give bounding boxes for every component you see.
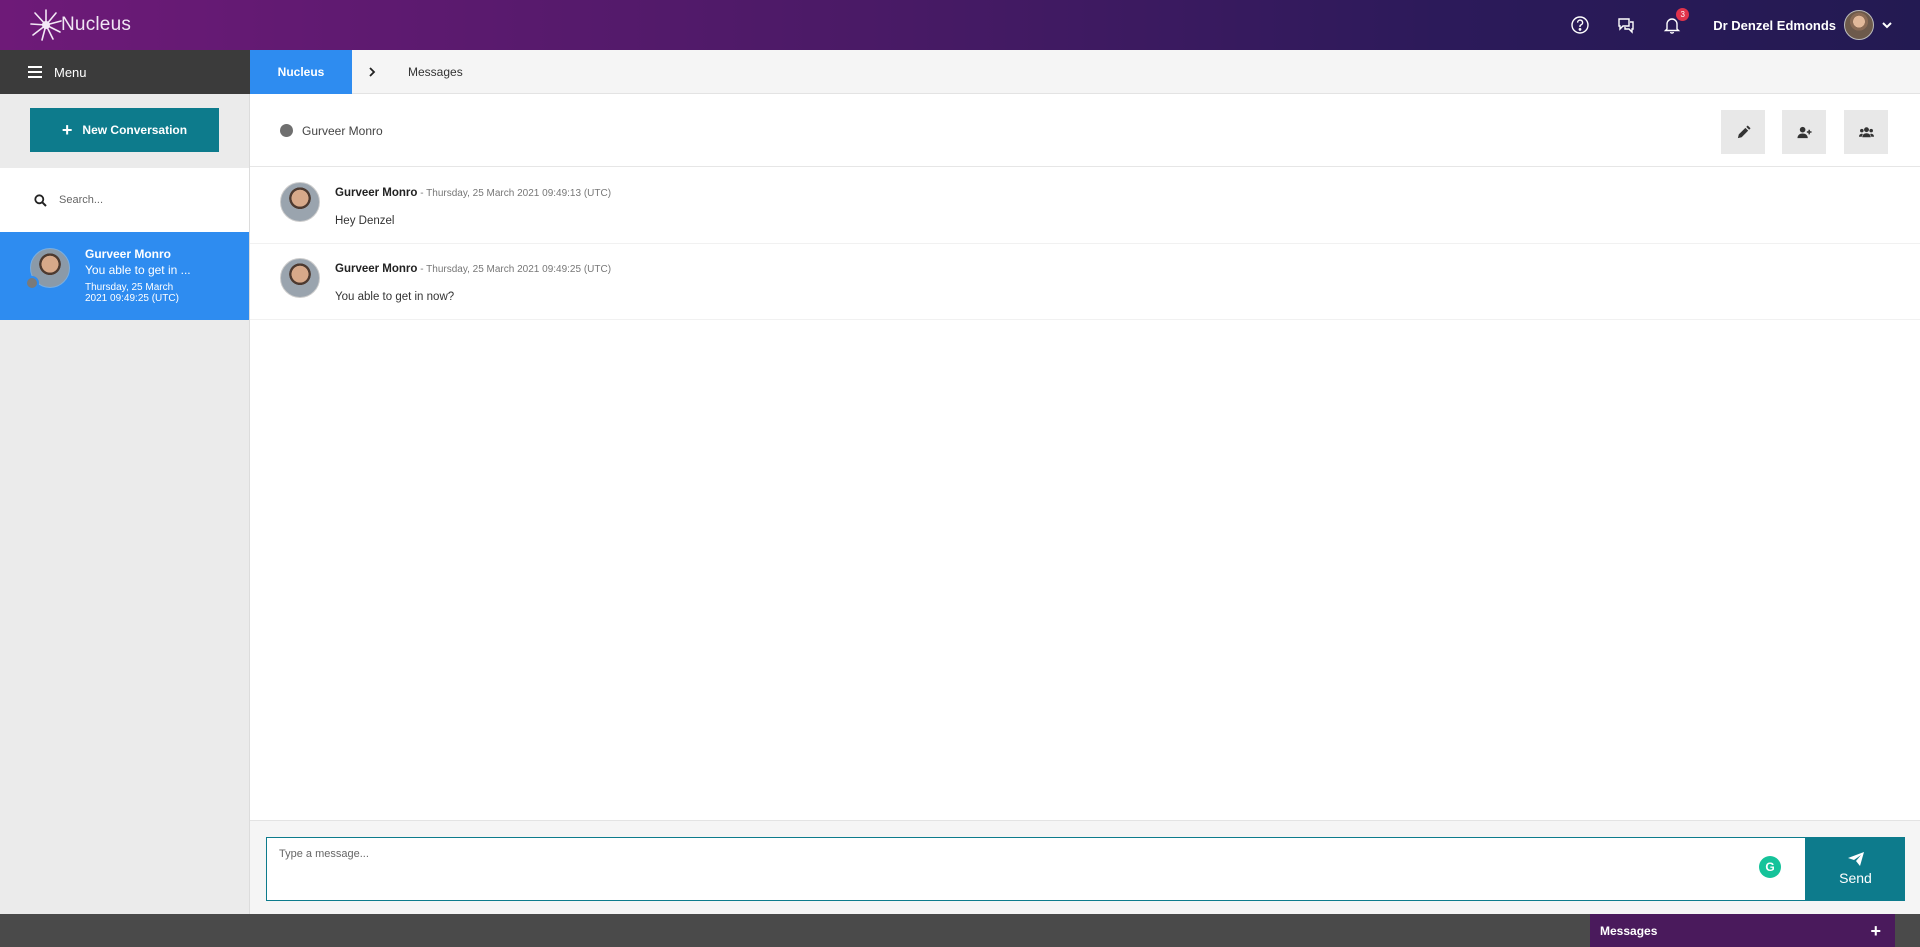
message-list: Gurveer Monro - Thursday, 25 March 2021 … [250, 168, 1920, 320]
participants-button[interactable] [1844, 110, 1888, 154]
composer: G [266, 837, 1806, 901]
conversation-list-item[interactable]: Gurveer Monro You able to get in ... Thu… [0, 232, 249, 320]
status-indicator [280, 124, 293, 137]
add-participant-button[interactable] [1782, 110, 1826, 154]
user-avatar[interactable] [1844, 10, 1874, 40]
user-name[interactable]: Dr Denzel Edmonds [1713, 18, 1836, 33]
conversation-header: Gurveer Monro [250, 94, 1920, 167]
breadcrumb: Nucleus Messages [250, 49, 1920, 94]
grammarly-icon[interactable]: G [1759, 856, 1781, 878]
search-box [0, 168, 249, 232]
composer-area: G Send [250, 820, 1920, 914]
nucleus-logo[interactable]: Nucleus [28, 7, 131, 43]
conversation-preview: You able to get in ... [85, 263, 191, 277]
search-input[interactable] [59, 194, 239, 206]
help-icon[interactable] [1569, 14, 1591, 36]
message-item: Gurveer Monro - Thursday, 25 March 2021 … [250, 244, 1920, 320]
new-conversation-button[interactable]: + New Conversation [30, 108, 219, 152]
breadcrumb-current: Messages [408, 64, 463, 79]
breadcrumb-home[interactable]: Nucleus [250, 49, 352, 94]
message-item: Gurveer Monro - Thursday, 25 March 2021 … [250, 168, 1920, 244]
status-indicator [25, 276, 39, 290]
message-text: You able to get in now? [335, 291, 455, 303]
message-timestamp: - Thursday, 25 March 2021 09:49:13 (UTC) [417, 188, 612, 199]
plus-icon[interactable]: + [1870, 922, 1881, 940]
participant-name: Gurveer Monro [302, 124, 383, 138]
message-input[interactable] [279, 848, 1679, 888]
conversation-time: Thursday, 25 March 2021 09:49:25 (UTC) [85, 282, 179, 304]
nucleus-logo-icon [30, 9, 62, 41]
conversation-sidebar: + New Conversation Gurveer Monro You abl… [0, 94, 250, 914]
search-icon [34, 193, 47, 207]
chevron-down-icon[interactable] [1880, 18, 1894, 32]
pencil-icon [1737, 124, 1751, 138]
message-author: Gurveer Monro [335, 187, 418, 199]
top-bar: Nucleus 3 Dr Denzel Edmonds [0, 0, 1920, 50]
message-author: Gurveer Monro [335, 263, 418, 275]
plus-icon: + [61, 120, 73, 140]
menu-label: Menu [54, 64, 87, 80]
edit-conversation-button[interactable] [1721, 110, 1765, 154]
new-conversation-label: New Conversation [82, 123, 188, 137]
menu-toggle[interactable]: Menu [0, 50, 250, 94]
send-label: Send [1839, 870, 1872, 886]
chevron-right-icon [369, 66, 376, 77]
avatar [280, 258, 320, 298]
paper-plane-icon [1847, 852, 1864, 866]
notifications-bell-icon[interactable]: 3 [1661, 8, 1690, 36]
chat-icon[interactable] [1615, 14, 1637, 36]
users-group-icon [1858, 126, 1874, 137]
message-timestamp: - Thursday, 25 March 2021 09:49:25 (UTC) [417, 264, 612, 275]
send-button[interactable]: Send [1806, 837, 1905, 901]
logo-text: Nucleus [61, 14, 132, 35]
messages-dock[interactable]: Messages + [1590, 914, 1895, 947]
messages-dock-label: Messages [1600, 923, 1658, 938]
notification-count-badge: 3 [1676, 8, 1690, 21]
avatar [280, 182, 320, 222]
add-user-icon [1796, 126, 1812, 138]
conversation-name: Gurveer Monro [85, 247, 172, 261]
hamburger-icon [28, 66, 42, 78]
message-text: Hey Denzel [335, 215, 395, 227]
